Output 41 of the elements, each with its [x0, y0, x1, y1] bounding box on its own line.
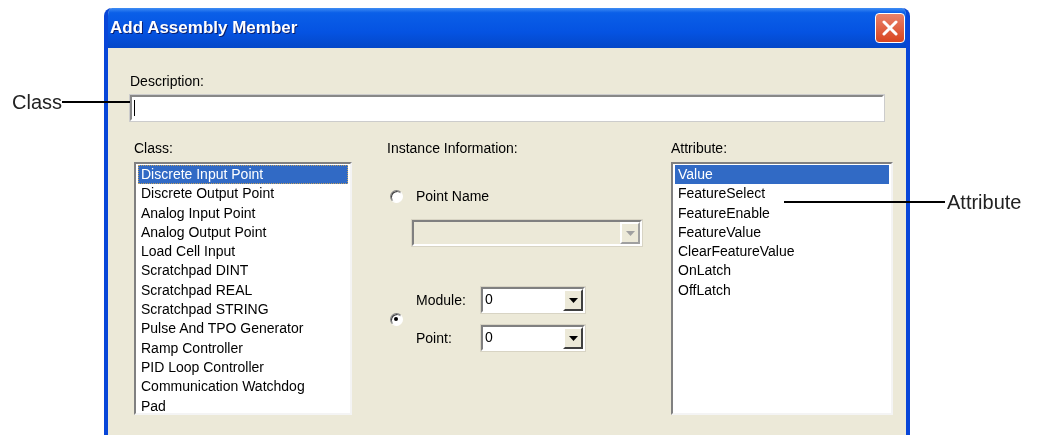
field-label: Description: [130, 72, 205, 90]
dropdown-field[interactable]: 0 [481, 325, 585, 351]
caret-icon [568, 335, 578, 341]
field-label: Class: [134, 139, 174, 157]
list-item[interactable]: Scratchpad DINT [138, 261, 348, 281]
section-label: Instance Information: [387, 139, 519, 157]
list-item[interactable]: Ramp Controller [138, 338, 348, 358]
list-item[interactable]: Scratchpad STRING [138, 300, 348, 320]
field-label: Point: [416, 329, 453, 348]
list-item[interactable]: FeatureValue [675, 222, 889, 243]
list-item[interactable]: PID Loop Controller [138, 357, 348, 378]
field-label: Attribute: [671, 139, 729, 157]
field-label: Module: [416, 291, 467, 310]
dropdown-field[interactable]: 0 [481, 287, 585, 313]
list-item[interactable]: Analog Output Point [138, 222, 348, 243]
window-title: Add Assembly Member [110, 18, 298, 38]
list-item[interactable]: Communication Watchdog [138, 377, 348, 397]
list-item[interactable]: Scratchpad REAL [138, 280, 348, 301]
list-item[interactable]: FeatureEnable [675, 203, 889, 223]
callout-label: Attribute [947, 190, 1022, 214]
list-item[interactable]: OnLatch [675, 261, 889, 281]
list-item[interactable]: FeatureSelect [675, 184, 889, 204]
dropdown-button[interactable] [563, 289, 583, 311]
list-item[interactable]: Analog Input Point [138, 203, 348, 223]
caret-icon [568, 297, 578, 303]
list-item[interactable]: Pulse And TPO Generator [138, 319, 348, 339]
leader-line [62, 101, 130, 103]
caret-icon [625, 230, 635, 236]
dropdown-button[interactable] [563, 327, 583, 349]
list-item[interactable]: ClearFeatureValue [675, 242, 889, 262]
callout-label: Class [12, 90, 62, 114]
close-button[interactable] [875, 13, 905, 43]
radio-label: Point Name [416, 187, 490, 206]
description-field[interactable] [130, 95, 884, 121]
list-item[interactable]: Value [675, 165, 889, 185]
close-icon [882, 20, 898, 36]
list-item[interactable]: OffLatch [675, 280, 889, 301]
list-item[interactable]: Load Cell Input [138, 242, 348, 262]
list-item[interactable]: Discrete Input Point [138, 165, 348, 185]
list-item[interactable]: Discrete Output Point [138, 184, 348, 204]
list-item[interactable]: Pad [138, 396, 348, 416]
